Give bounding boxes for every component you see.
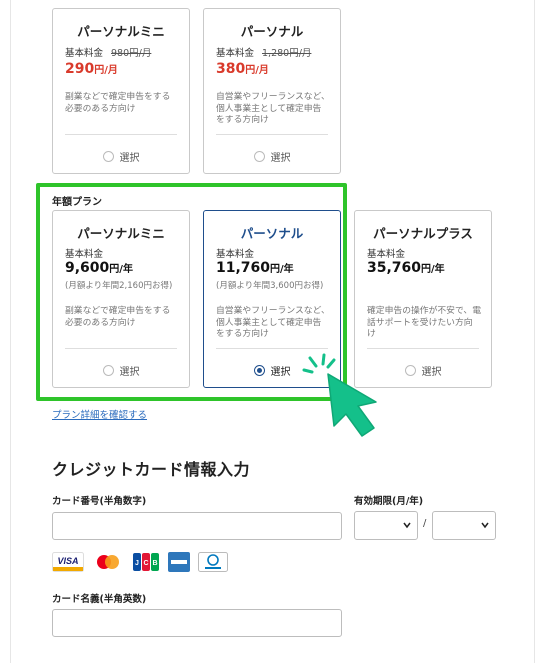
divider bbox=[216, 134, 328, 135]
fee-row: 基本料金 980円/月 bbox=[65, 45, 151, 59]
plan-title: パーソナル bbox=[240, 226, 304, 241]
price-unit: 円/年 bbox=[421, 264, 445, 275]
old-price: 980円/月 bbox=[111, 48, 152, 59]
divider bbox=[216, 348, 328, 349]
visa-logo-icon: VISA bbox=[52, 552, 84, 572]
fee-label: 基本料金 bbox=[216, 48, 255, 59]
chevron-down-icon bbox=[403, 522, 411, 529]
svg-text:J: J bbox=[135, 560, 139, 567]
plan-card-annual-mini[interactable]: パーソナルミニ 基本料金 9,600円/年 (月額より年間2,160円お得) 副… bbox=[52, 210, 190, 388]
price-value: 35,760 bbox=[367, 260, 422, 276]
card-number-input[interactable] bbox=[52, 512, 342, 540]
svg-text:VISA: VISA bbox=[57, 556, 78, 566]
expiry-year-select[interactable] bbox=[432, 511, 496, 540]
plan-price: 35,760円/年 bbox=[367, 260, 445, 276]
card-name-label: カード名義(半角英数) bbox=[52, 594, 147, 605]
plan-title: パーソナルプラス bbox=[373, 226, 473, 241]
plan-details-link[interactable]: プラン詳細を確認する bbox=[52, 407, 147, 421]
svg-text:C: C bbox=[143, 560, 148, 567]
plan-description: 確定申告の操作が不安で、電話サポートを受けたい方向け bbox=[367, 306, 482, 339]
savings-note: (月額より年間3,600円お得) bbox=[216, 281, 324, 291]
price-value: 9,600 bbox=[65, 260, 110, 276]
jcb-logo-icon: J C B bbox=[133, 553, 159, 571]
radio-selected-icon bbox=[253, 365, 265, 376]
fee-label: 基本料金 bbox=[216, 249, 255, 260]
annual-plan-label: 年額プラン bbox=[52, 197, 102, 208]
fee-row: 基本料金 1,280円/月 bbox=[216, 45, 311, 59]
plan-card-annual-plus[interactable]: パーソナルプラス 基本料金 35,760円/年 確定申告の操作が不安で、電話サポ… bbox=[354, 210, 492, 388]
cursor-arrow-icon bbox=[327, 373, 377, 437]
plan-title: パーソナル bbox=[240, 24, 304, 39]
plan-card-monthly-personal[interactable]: パーソナル 基本料金 1,280円/月 380円/月 自営業やフリーランスなど、個… bbox=[203, 8, 341, 174]
plan-description: 副業などで確定申告をする必要のある方向け bbox=[65, 306, 171, 328]
plan-price: 11,760円/年 bbox=[216, 260, 294, 276]
card-name-input[interactable] bbox=[52, 609, 342, 637]
expiry-label: 有効期限(月/年) bbox=[354, 496, 424, 507]
divider bbox=[65, 348, 177, 349]
expiry-separator: / bbox=[423, 518, 427, 529]
price-value: 11,760 bbox=[216, 260, 271, 276]
plan-title: パーソナルミニ bbox=[77, 226, 165, 241]
plan-title: パーソナルミニ bbox=[77, 24, 165, 39]
fee-label: 基本料金 bbox=[367, 249, 406, 260]
plan-card-monthly-mini[interactable]: パーソナルミニ 基本料金 980円/月 290円/月 副業などで確定申告をする必要… bbox=[52, 8, 190, 174]
radio-circle-icon bbox=[253, 151, 265, 162]
diners-club-logo-icon bbox=[198, 552, 228, 572]
price-unit: 円/年 bbox=[270, 264, 294, 275]
chevron-down-icon bbox=[481, 522, 489, 529]
select-radio-monthly-mini[interactable]: 選択 bbox=[53, 149, 189, 164]
select-label: 選択 bbox=[119, 153, 140, 164]
plan-price: 380円/月 bbox=[216, 61, 269, 77]
price-unit: 円/月 bbox=[245, 65, 269, 76]
fee-label: 基本料金 bbox=[65, 48, 104, 59]
select-label: 選択 bbox=[270, 367, 291, 378]
plan-price: 290円/月 bbox=[65, 61, 118, 77]
select-radio-annual-mini[interactable]: 選択 bbox=[53, 363, 189, 378]
svg-text:B: B bbox=[152, 560, 157, 567]
select-radio-monthly-personal[interactable]: 選択 bbox=[204, 149, 340, 164]
divider bbox=[65, 134, 177, 135]
plan-price: 9,600円/年 bbox=[65, 260, 133, 276]
price-value: 380 bbox=[216, 61, 246, 77]
savings-note: (月額より年間2,160円お得) bbox=[65, 281, 173, 291]
divider bbox=[367, 348, 479, 349]
expiry-month-select[interactable] bbox=[354, 511, 418, 540]
radio-circle-icon bbox=[102, 151, 114, 162]
credit-card-section-title: クレジットカード情報入力 bbox=[52, 460, 251, 479]
price-unit: 円/月 bbox=[94, 65, 118, 76]
mastercard-logo-icon bbox=[97, 555, 119, 569]
plan-description: 副業などで確定申告をする必要のある方向け bbox=[65, 92, 171, 114]
radio-circle-icon bbox=[404, 365, 416, 376]
select-label: 選択 bbox=[421, 367, 442, 378]
price-value: 290 bbox=[65, 61, 95, 77]
old-price: 1,280円/月 bbox=[262, 48, 312, 59]
radio-circle-icon bbox=[102, 365, 114, 376]
select-label: 選択 bbox=[270, 153, 291, 164]
fee-label: 基本料金 bbox=[65, 249, 104, 260]
amex-logo-icon bbox=[168, 552, 190, 572]
plan-description: 自営業やフリーランスなど、個人事業主として確定申告をする方向け bbox=[216, 92, 330, 125]
price-unit: 円/年 bbox=[109, 264, 133, 275]
select-label: 選択 bbox=[119, 367, 140, 378]
plan-description: 自営業やフリーランスなど、個人事業主として確定申告をする方向け bbox=[216, 306, 330, 339]
card-number-label: カード番号(半角数字) bbox=[52, 496, 147, 507]
